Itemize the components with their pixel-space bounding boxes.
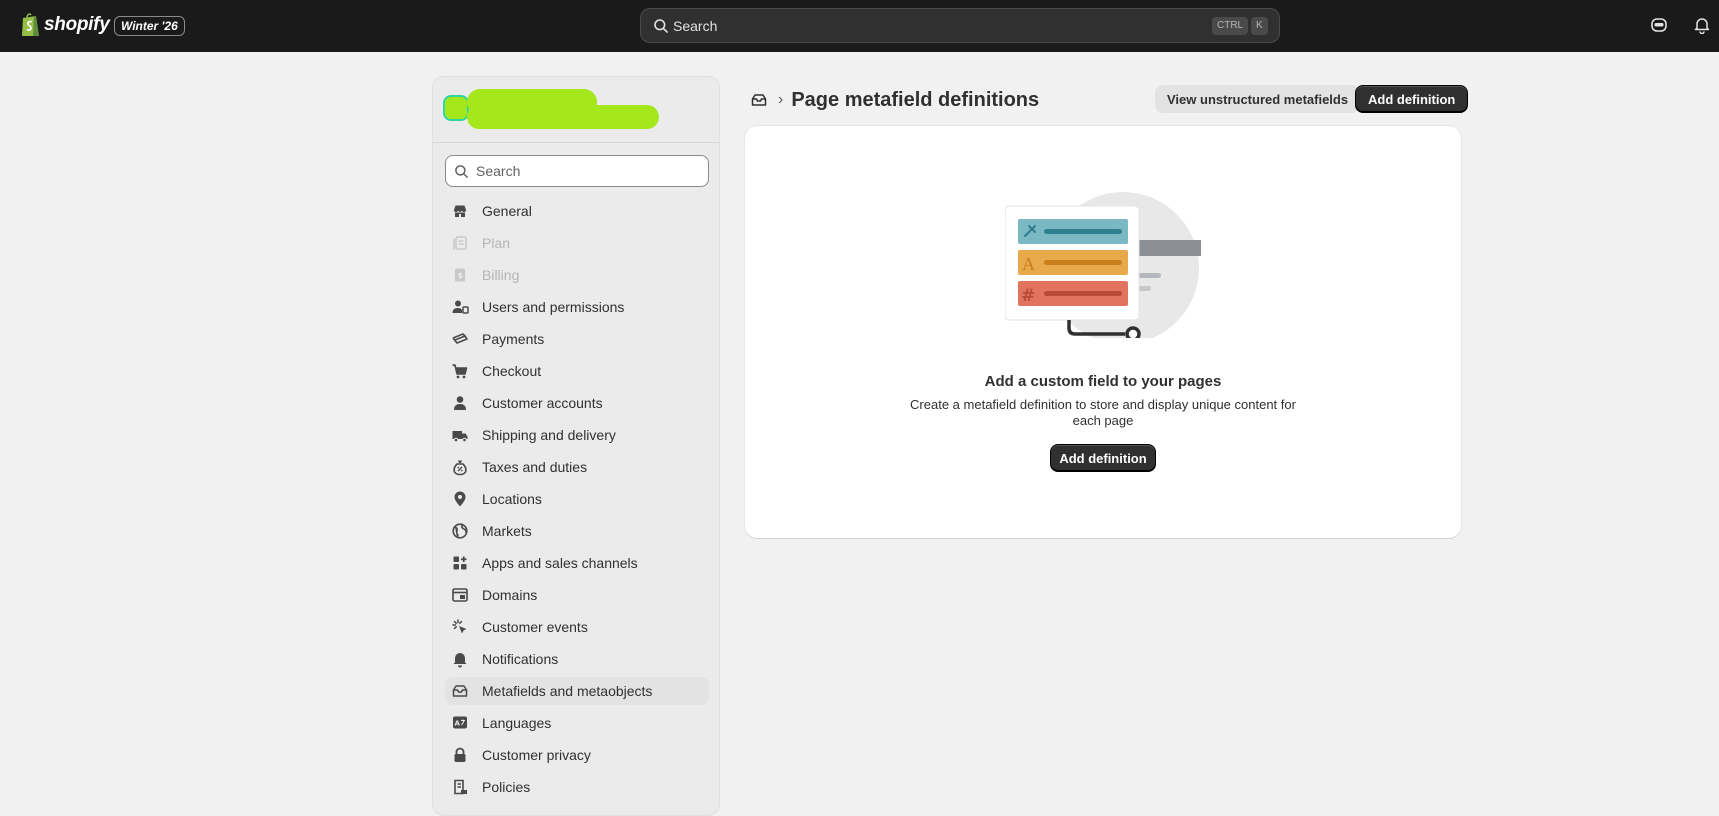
users-icon: [451, 298, 469, 316]
settings-sidebar: General Plan $ Billing Users and permissions…: [432, 76, 720, 816]
sidebar-item-label: Languages: [482, 715, 552, 731]
settings-nav: General Plan $ Billing Users and permissions…: [445, 197, 709, 805]
lock-icon: [451, 746, 469, 764]
sidebar-item-label: Customer privacy: [482, 747, 591, 763]
sidebar-item-label: Shipping and delivery: [482, 427, 616, 443]
sidebar-item-billing: $ Billing: [445, 261, 709, 289]
settings-search-field[interactable]: [445, 155, 709, 187]
billing-icon: $: [451, 266, 469, 284]
sidebar-item-customer-accounts[interactable]: Customer accounts: [445, 389, 709, 417]
sidebar-item-label: Apps and sales channels: [482, 555, 638, 571]
empty-state-card: A # Add a custom field to your pages Cre…: [745, 126, 1461, 538]
shortcut-ctrl-key: CTRL: [1212, 17, 1249, 35]
sidebar-item-label: Billing: [482, 267, 520, 283]
sidebar-item-label: Metafields and metaobjects: [482, 683, 653, 699]
sidebar-item-shipping-and-delivery[interactable]: Shipping and delivery: [445, 421, 709, 449]
svg-text:#: #: [1021, 286, 1035, 306]
sidebar-item-notifications[interactable]: Notifications: [445, 645, 709, 673]
empty-state-description: Create a metafield definition to store a…: [910, 397, 1296, 428]
shopify-bag-icon: [22, 13, 39, 36]
domain-icon: [451, 586, 469, 604]
sidebar-item-label: General: [482, 203, 532, 219]
settings-search-input[interactable]: [476, 162, 696, 180]
sidebar-item-metafields-and-metaobjects[interactable]: Metafields and metaobjects: [445, 677, 709, 705]
view-unstructured-metafields-button[interactable]: View unstructured metafields: [1155, 85, 1361, 113]
policy-icon: [451, 778, 469, 796]
cart-icon: [451, 362, 469, 380]
edition-badge[interactable]: Winter '26: [114, 16, 185, 36]
sidebar-item-markets[interactable]: Markets: [445, 517, 709, 545]
sidebar-item-policies[interactable]: Policies: [445, 773, 709, 801]
language-icon: A: [451, 714, 469, 732]
sidebar-item-customer-privacy[interactable]: Customer privacy: [445, 741, 709, 769]
search-icon: [455, 165, 468, 178]
sidebar-item-languages[interactable]: A Languages: [445, 709, 709, 737]
truck-icon: [451, 426, 469, 444]
sidebar-item-label: Policies: [482, 779, 531, 795]
metafields-icon: [451, 682, 469, 700]
sidebar-item-label: Payments: [482, 331, 545, 347]
sidekick-icon[interactable]: [1650, 16, 1668, 34]
redacted-store-url: [467, 105, 659, 129]
sidebar-item-label: Domains: [482, 587, 538, 603]
sidebar-item-label: Plan: [482, 235, 511, 251]
sidebar-item-label: Markets: [482, 523, 532, 539]
sidebar-item-checkout[interactable]: Checkout: [445, 357, 709, 385]
sidebar-item-label: Customer accounts: [482, 395, 603, 411]
sidebar-item-locations[interactable]: Locations: [445, 485, 709, 513]
store-header[interactable]: [433, 77, 719, 143]
page-title: Page metafield definitions: [791, 88, 1040, 111]
sidebar-item-label: Customer events: [482, 619, 588, 635]
person-icon: [451, 394, 469, 412]
svg-text:A: A: [1022, 254, 1035, 274]
sidebar-item-label: Taxes and duties: [482, 459, 588, 475]
global-search-label: Search: [673, 18, 718, 34]
sidebar-item-label: Users and permissions: [482, 299, 625, 315]
shortcut-k-key: K: [1251, 17, 1268, 35]
bell-icon: [451, 650, 469, 668]
search-icon: [654, 19, 668, 33]
metafield-empty-state-illustration: A #: [1005, 192, 1201, 338]
payments-icon: [451, 330, 469, 348]
sidebar-item-customer-events[interactable]: Customer events: [445, 613, 709, 641]
sidebar-item-payments[interactable]: Payments: [445, 325, 709, 353]
sidebar-item-label: Notifications: [482, 651, 559, 667]
page-header: › Page metafield definitions: [750, 84, 1039, 116]
svg-text:A: A: [455, 720, 461, 728]
empty-state-title: Add a custom field to your pages: [984, 373, 1222, 390]
sidebar-item-taxes-and-duties[interactable]: Taxes and duties: [445, 453, 709, 481]
sidebar-item-general[interactable]: General: [445, 197, 709, 225]
store-icon: [451, 202, 469, 220]
add-definition-button[interactable]: Add definition: [1355, 85, 1469, 113]
apps-icon: [451, 554, 469, 572]
redacted-store-avatar: [443, 95, 469, 121]
sidebar-item-domains[interactable]: Domains: [445, 581, 709, 609]
tax-bag-icon: [451, 458, 469, 476]
metafields-icon[interactable]: [750, 91, 768, 109]
location-pin-icon: [451, 490, 469, 508]
svg-text:$: $: [458, 271, 464, 280]
sidebar-item-apps-and-sales-channels[interactable]: Apps and sales channels: [445, 549, 709, 577]
plan-icon: [451, 234, 469, 252]
top-bar: shopify Winter '26 Search CTRL K: [0, 0, 1719, 52]
cursor-click-icon: [451, 618, 469, 636]
empty-state-add-definition-button[interactable]: Add definition: [1050, 444, 1156, 472]
breadcrumb-separator: ›: [778, 91, 784, 108]
bell-icon[interactable]: [1693, 16, 1711, 34]
shopify-wordmark: shopify: [44, 14, 110, 35]
sidebar-item-plan: Plan: [445, 229, 709, 257]
sidebar-item-label: Locations: [482, 491, 542, 507]
sidebar-item-users-and-permissions[interactable]: Users and permissions: [445, 293, 709, 321]
globe-icon: [451, 522, 469, 540]
shopify-logo[interactable]: shopify: [20, 12, 110, 38]
sidebar-item-label: Checkout: [482, 363, 542, 379]
global-search-bar[interactable]: Search CTRL K: [640, 8, 1280, 43]
